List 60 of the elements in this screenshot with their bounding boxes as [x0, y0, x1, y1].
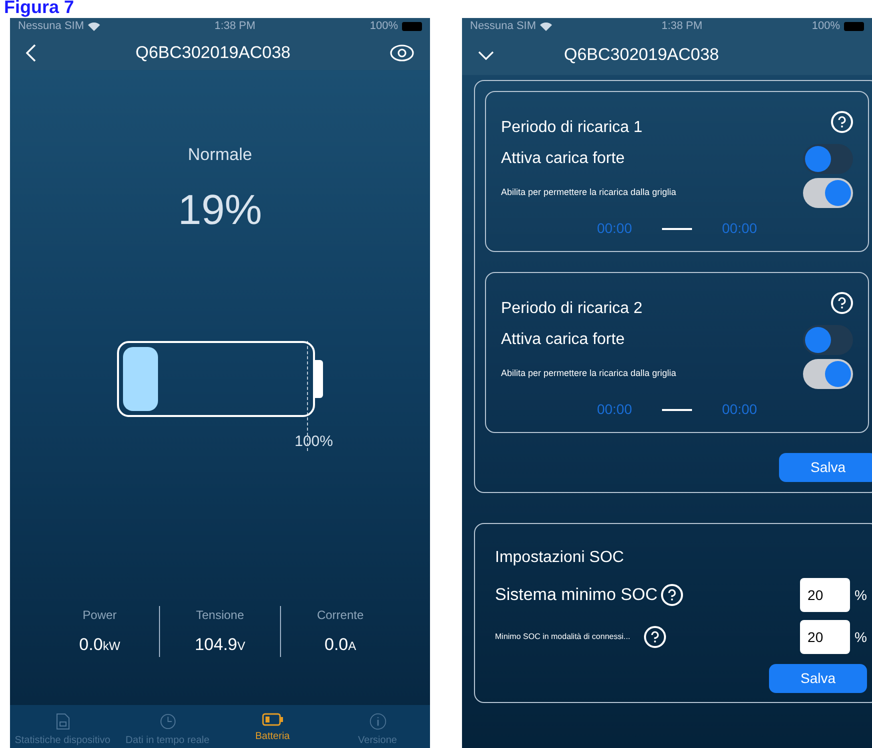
metric-label: Power	[82, 606, 117, 624]
help-icon[interactable]	[661, 584, 684, 606]
status-time: 1:38 PM	[214, 19, 256, 34]
toggle-switch[interactable]	[803, 144, 853, 174]
soc-input[interactable]: 20	[800, 620, 850, 654]
battery-status-icon	[402, 22, 422, 31]
start-time[interactable]: 00:00	[596, 399, 632, 420]
battery-percentage: 19%	[178, 184, 262, 234]
tab[interactable]: Dati in tempo reale	[115, 705, 220, 748]
period-title: Periodo di ricarica 2	[501, 299, 642, 319]
battery-status-text: Normale	[188, 144, 252, 166]
wifi-icon	[540, 22, 552, 31]
info-icon	[368, 713, 388, 730]
chevron-down-icon[interactable]	[478, 50, 494, 60]
carrier-text: Nessuna SIM	[18, 19, 84, 34]
percent-unit: %	[854, 628, 867, 646]
screen-title: Q6BC302019AC038	[564, 44, 720, 66]
toggle-switch[interactable]	[803, 359, 853, 389]
document-icon	[56, 713, 70, 730]
start-time[interactable]: 00:00	[596, 218, 632, 239]
battery-percent: 100%	[812, 19, 840, 34]
end-time[interactable]: 00:00	[722, 218, 758, 239]
battery-icon	[262, 713, 284, 726]
save-button[interactable]: Salva	[769, 664, 867, 693]
period-title: Periodo di ricarica 1	[501, 118, 642, 138]
full-charge-label: 100%	[294, 432, 333, 452]
tab[interactable]: Statistiche dispositivo	[10, 705, 115, 748]
soc-label: Minimo SOC in modalità di connessi...	[495, 631, 630, 643]
metric-label: Tensione	[196, 606, 244, 624]
help-icon[interactable]	[644, 626, 666, 648]
soc-title: Impostazioni SOC	[495, 548, 625, 568]
metric-value: 104.9V	[194, 634, 246, 656]
save-button[interactable]: Salva	[779, 453, 872, 482]
soc-label: Sistema minimo SOC	[495, 584, 658, 606]
clock-icon	[158, 713, 176, 730]
toggle-label: Abilita per permettere la ricarica dalla griglia	[501, 186, 676, 200]
tab[interactable]: Batteria	[220, 705, 325, 748]
screen-title: Q6BC302019AC038	[135, 42, 290, 64]
help-icon[interactable]	[831, 292, 853, 314]
toggle-label: Attiva carica forte	[501, 330, 625, 350]
toggle-switch[interactable]	[803, 325, 853, 355]
metric-value: 0.0kW	[79, 634, 120, 656]
toggle-switch[interactable]	[803, 178, 853, 208]
percent-unit: %	[854, 586, 867, 604]
toggle-label: Attiva carica forte	[501, 149, 625, 169]
battery-percent: 100%	[370, 19, 398, 34]
metric-label: Corrente	[316, 606, 364, 624]
end-time[interactable]: 00:00	[722, 399, 758, 420]
metric-value: 0.0A	[324, 634, 356, 656]
battery-status-icon	[844, 22, 864, 31]
wifi-icon	[88, 22, 100, 31]
status-time: 1:38 PM	[661, 19, 702, 34]
eye-icon[interactable]	[390, 44, 414, 62]
help-icon[interactable]	[831, 111, 853, 133]
back-icon[interactable]	[26, 44, 36, 62]
carrier-text: Nessuna SIM	[470, 19, 536, 34]
figure-caption: Figura 7	[4, 0, 74, 18]
tab[interactable]: Versione	[325, 705, 430, 748]
toggle-label: Abilita per permettere la ricarica dalla griglia	[501, 367, 676, 380]
soc-input[interactable]: 20	[800, 578, 850, 612]
